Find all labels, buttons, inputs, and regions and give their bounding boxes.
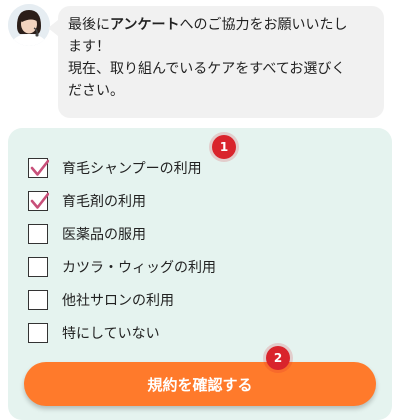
chat-line-3: 現在、取り組んでいるケアをすべてお選びく [68,61,346,77]
checkbox[interactable] [28,257,48,277]
option-label: 他社サロンの利用 [62,293,174,309]
survey-option-medicine[interactable]: 医薬品の服用 [28,222,146,246]
chat-line-1: 最後にアンケートへのご協力をお願いいたし [68,14,380,36]
survey-option-other-salon[interactable]: 他社サロンの利用 [28,288,174,312]
chat-message: 最後にアンケートへのご協力をお願いいたし ます！ 現在、取り組んでいるケアをすべ… [68,14,380,102]
annotation-badge-2: 2 [266,346,290,370]
option-label: 育毛剤の利用 [62,194,146,210]
chat-text-bold: アンケート [110,17,180,33]
option-label: カツラ・ウィッグの利用 [62,260,216,276]
confirm-terms-button[interactable]: 規約を確認する [24,362,376,406]
checkbox[interactable] [28,191,49,211]
option-label: 医薬品の服用 [62,227,146,243]
survey-option-wig[interactable]: カツラ・ウィッグの利用 [28,255,216,279]
survey-option-shampoo[interactable]: 育毛シャンプーの利用 [28,156,202,180]
checkbox[interactable] [28,224,48,244]
survey-option-none[interactable]: 特にしていない [28,321,160,345]
option-label: 育毛シャンプーの利用 [62,161,202,177]
survey-option-hair-tonic[interactable]: 育毛剤の利用 [28,189,146,213]
checkbox[interactable] [28,158,49,178]
option-label: 特にしていない [62,326,160,342]
chat-text: へのご協力をお願いいたし [179,17,348,33]
checkbox[interactable] [28,323,48,343]
chat-line-4: ださい。 [68,83,124,99]
operator-avatar [8,4,50,46]
checkmark-icon [30,159,49,176]
checkmark-icon [30,192,49,209]
chat-line-2: ます！ [68,39,110,55]
checkbox[interactable] [28,290,48,310]
annotation-badge-1: 1 [212,135,236,159]
operator-portrait-icon [8,4,50,46]
chat-text: 最後に [68,17,110,33]
